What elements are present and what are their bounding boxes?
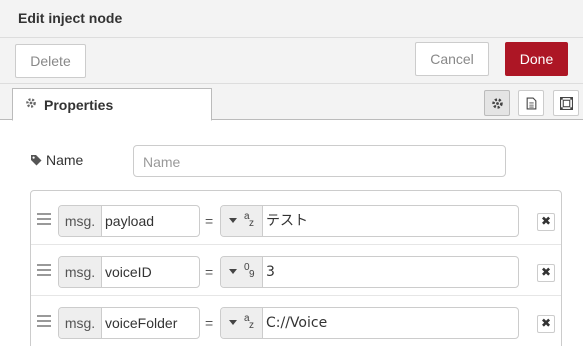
property-row: msg. payload = az テスト ✖ <box>31 195 561 245</box>
drag-handle-icon[interactable] <box>37 213 51 225</box>
tab-properties[interactable]: Properties <box>12 88 212 121</box>
tab-bar: Properties <box>0 84 583 121</box>
name-input-placeholder: Name <box>143 154 181 170</box>
string-type-icon: az <box>244 313 254 331</box>
gear-icon <box>492 98 503 109</box>
msg-prefix[interactable]: msg. <box>59 206 102 236</box>
gear-icon <box>25 97 37 112</box>
equals-sign: = <box>205 213 214 229</box>
property-name-field[interactable]: msg. voiceFolder <box>58 307 200 339</box>
property-value: C://Voice <box>266 315 328 331</box>
caret-down-icon <box>229 218 237 223</box>
remove-property-button[interactable]: ✖ <box>537 213 555 231</box>
property-value-field[interactable]: az C://Voice <box>220 307 519 339</box>
property-value-field[interactable]: az テスト <box>220 205 519 237</box>
close-icon: ✖ <box>540 265 552 279</box>
type-select[interactable]: az <box>221 308 263 338</box>
property-row: msg. voiceFolder = az C://Voice ✖ <box>31 297 561 346</box>
settings-tab-button[interactable] <box>484 90 510 116</box>
done-button[interactable]: Done <box>505 42 568 76</box>
document-icon <box>526 97 537 110</box>
equals-sign: = <box>205 264 214 280</box>
description-tab-button[interactable] <box>518 90 544 116</box>
drag-handle-icon[interactable] <box>37 315 51 327</box>
remove-property-button[interactable]: ✖ <box>537 315 555 333</box>
appearance-icon <box>560 97 573 110</box>
msg-prefix[interactable]: msg. <box>59 257 102 287</box>
string-type-icon: az <box>244 211 254 229</box>
dialog-title: Edit inject node <box>18 10 123 26</box>
name-input[interactable]: Name <box>133 145 506 177</box>
equals-sign: = <box>205 315 214 331</box>
type-select[interactable]: az <box>221 206 263 236</box>
property-name-field[interactable]: msg. payload <box>58 205 200 237</box>
property-name-field[interactable]: msg. voiceID <box>58 256 200 288</box>
caret-down-icon <box>229 320 237 325</box>
type-select[interactable]: 09 <box>221 257 263 287</box>
property-row: msg. voiceID = 09 3 ✖ <box>31 246 561 296</box>
tag-icon <box>30 153 42 169</box>
dialog-title-bar: Edit inject node <box>0 0 583 38</box>
property-value-field[interactable]: 09 3 <box>220 256 519 288</box>
close-icon: ✖ <box>540 316 552 330</box>
tab-properties-label: Properties <box>44 97 114 113</box>
property-value: 3 <box>266 264 275 280</box>
dialog-button-bar: Delete Cancel Done <box>0 38 583 84</box>
close-icon: ✖ <box>540 214 552 228</box>
name-label: Name <box>46 152 84 168</box>
remove-property-button[interactable]: ✖ <box>537 264 555 282</box>
appearance-tab-button[interactable] <box>553 90 579 116</box>
number-type-icon: 09 <box>244 262 255 280</box>
delete-button[interactable]: Delete <box>15 44 86 78</box>
msg-prefix[interactable]: msg. <box>59 308 102 338</box>
property-value: テスト <box>266 213 308 229</box>
caret-down-icon <box>229 269 237 274</box>
property-list: msg. payload = az テスト ✖ msg. voiceID = 0… <box>30 190 562 346</box>
drag-handle-icon[interactable] <box>37 264 51 276</box>
property-name: payload <box>105 213 155 229</box>
cancel-button[interactable]: Cancel <box>415 42 489 76</box>
property-name: voiceFolder <box>105 315 178 331</box>
property-name: voiceID <box>105 264 152 280</box>
